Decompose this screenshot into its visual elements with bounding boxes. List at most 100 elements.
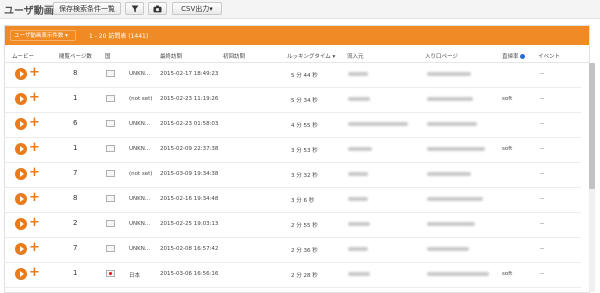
- referrer-redacted: [348, 172, 368, 176]
- looking-time-value: 5 分 44 秒: [291, 73, 318, 79]
- region-value: UNKN...: [129, 146, 151, 152]
- play-icon[interactable]: [15, 243, 27, 255]
- add-icon[interactable]: +: [29, 140, 40, 155]
- landing-page-redacted: [427, 197, 483, 201]
- country-flag-icon: [106, 145, 115, 152]
- table-row: + 1 日本 2015-03-06 16:56:16 2 分 28 秒 soft…: [5, 263, 581, 288]
- play-icon[interactable]: [15, 218, 27, 230]
- looking-time-value: 5 分 34 秒: [291, 98, 318, 104]
- col-first-visit[interactable]: 初回訪問: [223, 52, 245, 60]
- col-last-visit[interactable]: 最終訪問: [160, 52, 182, 60]
- col-movie: ムービー: [12, 54, 35, 60]
- table-row: + 8 UNKN... 2015-02-17 18:49:23 5 分 44 秒…: [5, 63, 581, 88]
- looking-time-value: 2 分 36 秒: [291, 248, 318, 254]
- play-icon[interactable]: [15, 268, 27, 280]
- region-value: UNKN...: [129, 221, 151, 227]
- bounce-value: soft: [502, 271, 513, 277]
- country-flag-icon: [106, 245, 115, 252]
- last-visit-value: 2015-02-25 19:03:13: [160, 221, 219, 227]
- event-value: --: [540, 246, 544, 252]
- pageviews-value: 1: [73, 94, 78, 102]
- table-row: + 6 UNKN... 2015-02-23 01:58:03 4 分 55 秒…: [5, 113, 581, 138]
- pageviews-value: 6: [73, 119, 78, 127]
- add-icon[interactable]: +: [29, 265, 40, 280]
- country-flag-icon: [106, 120, 115, 127]
- col-country[interactable]: 国: [105, 52, 111, 60]
- col-landing-page[interactable]: 入り口ページ: [425, 52, 458, 60]
- event-value: --: [540, 196, 544, 202]
- looking-time-value: 2 分 55 秒: [291, 223, 318, 229]
- play-icon[interactable]: [15, 93, 27, 105]
- country-flag-icon: [106, 170, 115, 177]
- looking-time-value: 4 分 55 秒: [291, 123, 318, 129]
- last-visit-value: 2015-03-09 19:34:38: [160, 171, 219, 177]
- top-toolbar: ユーザ動画 保存検索条件一覧 CSV出力▾: [0, 0, 600, 19]
- landing-page-redacted: [427, 247, 469, 251]
- event-value: --: [540, 121, 544, 127]
- play-icon[interactable]: [15, 193, 27, 205]
- last-visit-value: 2015-02-16 19:34:48: [160, 196, 219, 202]
- play-icon[interactable]: [15, 68, 27, 80]
- referrer-redacted: [348, 222, 370, 226]
- scrollbar-thumb[interactable]: [589, 63, 595, 189]
- col-bounce-rate[interactable]: 直帰率: [502, 52, 525, 60]
- event-value: --: [540, 146, 544, 152]
- landing-page-redacted: [427, 72, 471, 76]
- add-icon[interactable]: +: [29, 165, 40, 180]
- camera-icon: [153, 5, 162, 13]
- last-visit-value: 2015-02-09 22:37:38: [160, 146, 219, 152]
- user-video-panel: ユーザ動画表示件数 ▾ 1 - 20 訪問表 (1441) ムービー 閲覧ページ…: [4, 25, 595, 293]
- screenshot-button[interactable]: [148, 2, 167, 15]
- last-visit-value: 2015-02-17 18:49:23: [160, 71, 219, 77]
- add-icon[interactable]: +: [29, 240, 40, 255]
- add-icon[interactable]: +: [29, 115, 40, 130]
- referrer-redacted: [348, 122, 408, 126]
- last-visit-value: 2015-02-23 01:58:03: [160, 121, 219, 127]
- table-header: ムービー 閲覧ページ数 国 最終訪問 初回訪問 ルッキングタイム ▾ 流入元 入…: [5, 48, 589, 63]
- visits-table: + 8 UNKN... 2015-02-17 18:49:23 5 分 44 秒…: [5, 63, 581, 288]
- looking-time-value: 3 分 53 秒: [291, 148, 318, 154]
- vertical-scrollbar[interactable]: [589, 63, 595, 292]
- referrer-redacted: [348, 247, 368, 251]
- play-icon[interactable]: [15, 168, 27, 180]
- add-icon[interactable]: +: [29, 90, 40, 105]
- result-range: 1 - 20 訪問表 (1441): [89, 33, 149, 40]
- country-flag-icon: [106, 220, 115, 227]
- col-pageviews[interactable]: 閲覧ページ数: [59, 52, 92, 60]
- country-flag-icon: [106, 95, 115, 102]
- add-icon[interactable]: +: [29, 215, 40, 230]
- referrer-redacted: [348, 72, 368, 76]
- add-icon[interactable]: +: [29, 190, 40, 205]
- col-looking-time[interactable]: ルッキングタイム ▾: [287, 52, 335, 60]
- pageviews-value: 8: [73, 194, 78, 202]
- bounce-value: soft: [502, 146, 513, 152]
- landing-page-redacted: [427, 97, 473, 101]
- filter-button[interactable]: [125, 2, 144, 15]
- region-value: UNKN...: [129, 71, 151, 77]
- add-icon[interactable]: +: [29, 65, 40, 80]
- page-title: ユーザ動画: [4, 6, 54, 17]
- event-value: --: [540, 171, 544, 177]
- csv-export-button[interactable]: CSV出力▾: [172, 2, 222, 15]
- region-value: 日本: [129, 273, 141, 279]
- region-value: UNKN...: [129, 246, 151, 252]
- info-icon[interactable]: [519, 54, 525, 59]
- play-icon[interactable]: [15, 143, 27, 155]
- region-value: (not set): [129, 96, 153, 102]
- event-value: --: [540, 71, 544, 77]
- bounce-rate-label: 直帰率: [502, 54, 519, 60]
- event-value: --: [540, 96, 544, 102]
- col-referrer[interactable]: 流入元: [347, 52, 364, 60]
- event-value: --: [540, 221, 544, 227]
- table-row: + 1 UNKN... 2015-02-09 22:37:38 3 分 53 秒…: [5, 138, 581, 163]
- pageviews-value: 1: [73, 144, 78, 152]
- display-count-dropdown[interactable]: ユーザ動画表示件数 ▾: [10, 30, 76, 41]
- last-visit-value: 2015-02-08 16:57:42: [160, 246, 219, 252]
- pageviews-value: 7: [73, 244, 78, 252]
- play-icon[interactable]: [15, 118, 27, 130]
- landing-page-redacted: [427, 272, 489, 276]
- country-flag-icon: [106, 195, 115, 202]
- table-row: + 1 (not set) 2015-02-23 11:19:26 5 分 34…: [5, 88, 581, 113]
- region-value: UNKN...: [129, 196, 151, 202]
- saved-search-button[interactable]: 保存検索条件一覧: [53, 2, 121, 15]
